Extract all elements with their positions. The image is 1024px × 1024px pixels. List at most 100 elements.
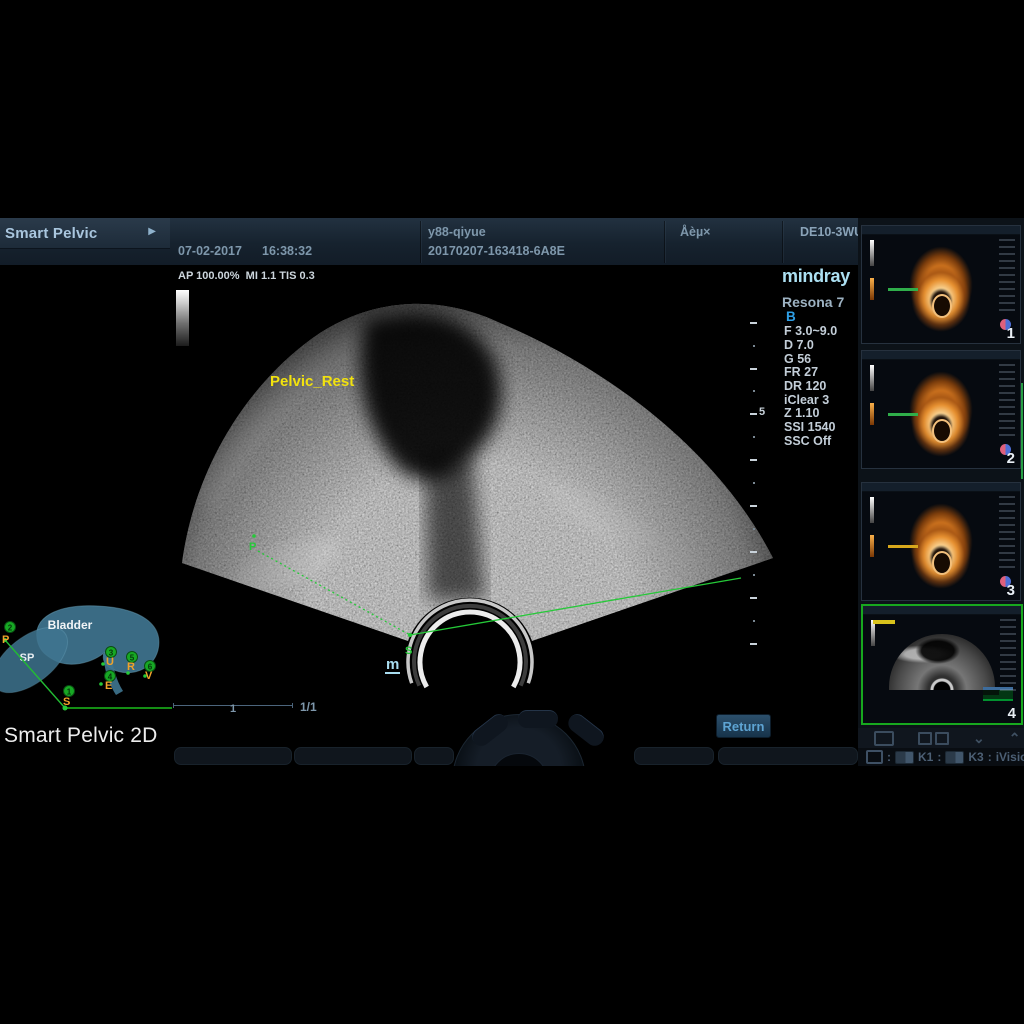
- marker-letter: V: [145, 670, 153, 682]
- thumb-params-text: [999, 496, 1015, 570]
- cine-current-frame[interactable]: 1: [230, 703, 236, 715]
- dual-view-icon[interactable]: [918, 732, 949, 745]
- patient-id: y88-qiyue: [428, 225, 486, 239]
- exam-id: 20170207-163418-6A8E: [428, 244, 565, 258]
- thumb-grayscale-bar: [870, 365, 874, 391]
- marker-letter: R: [127, 661, 135, 673]
- acoustic-power-status: AP 100.00% MI 1.1 TIS 0.3: [178, 270, 315, 282]
- pelvic-floor-diagram: Bladder SP 2 P 1 S 3 U 4 E 5 R: [0, 598, 180, 728]
- marker-letter: U: [106, 656, 114, 668]
- single-view-icon[interactable]: [874, 731, 894, 746]
- thumbnail-number: 2: [1007, 450, 1015, 467]
- thumb-header: [862, 351, 1020, 360]
- thumb-3d-core: [932, 294, 952, 318]
- header-divider: [664, 221, 665, 263]
- param-zoom: Z 1.10: [784, 406, 819, 420]
- marker-num: 2: [8, 624, 13, 633]
- letterbox-top: [0, 0, 1024, 218]
- thumb-grayscale-bar: [870, 497, 874, 523]
- softkey-button[interactable]: [634, 747, 714, 765]
- hotkey-ivision[interactable]: iVisio: [996, 750, 1024, 764]
- softkey-button[interactable]: [414, 747, 454, 765]
- param-ssi: SSI 1540: [784, 420, 835, 434]
- thumbnail-toolbar: ⌄ ⌃: [858, 728, 1024, 748]
- marker-letter: S: [63, 696, 70, 708]
- marker-letter: E: [105, 680, 112, 692]
- thumbnail-panel: 1 2 3: [858, 218, 1024, 766]
- thumb-preset-text: [873, 620, 895, 624]
- param-iclear: iClear 3: [784, 393, 829, 407]
- clip-icon[interactable]: [945, 751, 964, 764]
- measure-point-p-label: P: [249, 541, 256, 553]
- header-bar: Smart Pelvic ▶ 07-02-2017 16:38:32 y88-q…: [0, 218, 858, 265]
- thumb-params-text: [999, 364, 1015, 438]
- ultrasound-image-area: P S AP 100.00% MI 1.1 TIS 0.3 Pelvic_Res…: [170, 265, 782, 712]
- thumb-3d-render: [904, 363, 978, 461]
- thumb-params-text: [999, 239, 1015, 313]
- thumbnail-number: 1: [1007, 325, 1015, 342]
- separator: :: [988, 750, 992, 764]
- mindray-logo: mindray: [782, 266, 850, 287]
- separator: :: [887, 750, 891, 764]
- tab-label: Smart Pelvic: [0, 225, 97, 242]
- param-ssc: SSC Off: [784, 434, 831, 448]
- param-dynamic-range: DR 120: [784, 379, 826, 393]
- thumbnail-2[interactable]: 2: [861, 350, 1021, 469]
- thumb-3d-core: [932, 551, 952, 575]
- return-button[interactable]: Return: [716, 714, 771, 738]
- exam-time: 16:38:32: [262, 244, 312, 258]
- hotkey-k1[interactable]: K1: [918, 750, 933, 764]
- thumb-2d-fan: [889, 634, 995, 690]
- softkey-button[interactable]: [718, 747, 858, 765]
- thumb-header: [863, 606, 1021, 615]
- param-depth: D 7.0: [784, 338, 814, 352]
- probe-model: DE10-3WU: [800, 225, 863, 239]
- thumb-colormap-bar: [870, 403, 874, 425]
- probe-void: [423, 615, 517, 709]
- chevron-right-icon[interactable]: ▶: [148, 226, 156, 237]
- thumbnail-number: 4: [1008, 705, 1016, 722]
- chevron-up-icon[interactable]: ⌃: [1009, 733, 1021, 743]
- preset-label: Pelvic_Rest: [270, 373, 354, 390]
- thumb-3d-render: [904, 495, 978, 593]
- orientation-marker: m: [385, 657, 400, 674]
- save-icon[interactable]: [866, 750, 883, 764]
- grayscale-bar: [176, 290, 189, 346]
- tab-smart-pelvic[interactable]: Smart Pelvic ▶: [0, 218, 170, 249]
- thumbnail-number: 3: [1007, 582, 1015, 599]
- softkey-button[interactable]: [174, 747, 292, 765]
- scroll-indicator: [1021, 383, 1023, 479]
- measure-point-s-label: S: [405, 645, 412, 657]
- thumb-colormap-bar: [870, 278, 874, 300]
- hotkey-k3[interactable]: K3: [968, 750, 983, 764]
- marker-letter: P: [2, 634, 9, 646]
- param-gain: G 56: [784, 352, 811, 366]
- bladder-label: Bladder: [48, 618, 93, 632]
- clip-icon[interactable]: [895, 751, 914, 764]
- bmode-fan-image: P S: [170, 265, 782, 712]
- dept-label: Åèµ×: [680, 225, 710, 239]
- sp-label: SP: [20, 652, 35, 664]
- chevron-down-icon[interactable]: ⌄: [973, 733, 985, 743]
- thumbnail-3[interactable]: 3: [861, 482, 1021, 601]
- thumb-preset-text: [888, 413, 918, 416]
- dial-button[interactable]: [518, 710, 558, 728]
- thumb-params-text: [1000, 619, 1016, 693]
- softkey-button[interactable]: [294, 747, 412, 765]
- cine-frame-count: 1/1: [300, 700, 317, 714]
- thumb-header: [862, 483, 1020, 492]
- letterbox-bottom: [0, 766, 1024, 1024]
- thumb-3d-core: [932, 419, 952, 443]
- thumb-colormap-bar: [870, 535, 874, 557]
- header-divider: [782, 221, 783, 263]
- exam-date: 07-02-2017: [178, 244, 242, 258]
- param-frequency: F 3.0~9.0: [784, 324, 837, 338]
- thumbnail-4-selected[interactable]: 4: [861, 604, 1023, 725]
- thumb-preset-text: [888, 288, 918, 291]
- param-framerate: FR 27: [784, 365, 818, 379]
- thumbnail-1[interactable]: 1: [861, 225, 1021, 344]
- feature-caption: Smart Pelvic 2D: [4, 724, 158, 748]
- depth-label: 5: [759, 406, 765, 418]
- separator: :: [937, 750, 941, 764]
- ultrasound-screen: Smart Pelvic ▶ 07-02-2017 16:38:32 y88-q…: [0, 0, 1024, 1024]
